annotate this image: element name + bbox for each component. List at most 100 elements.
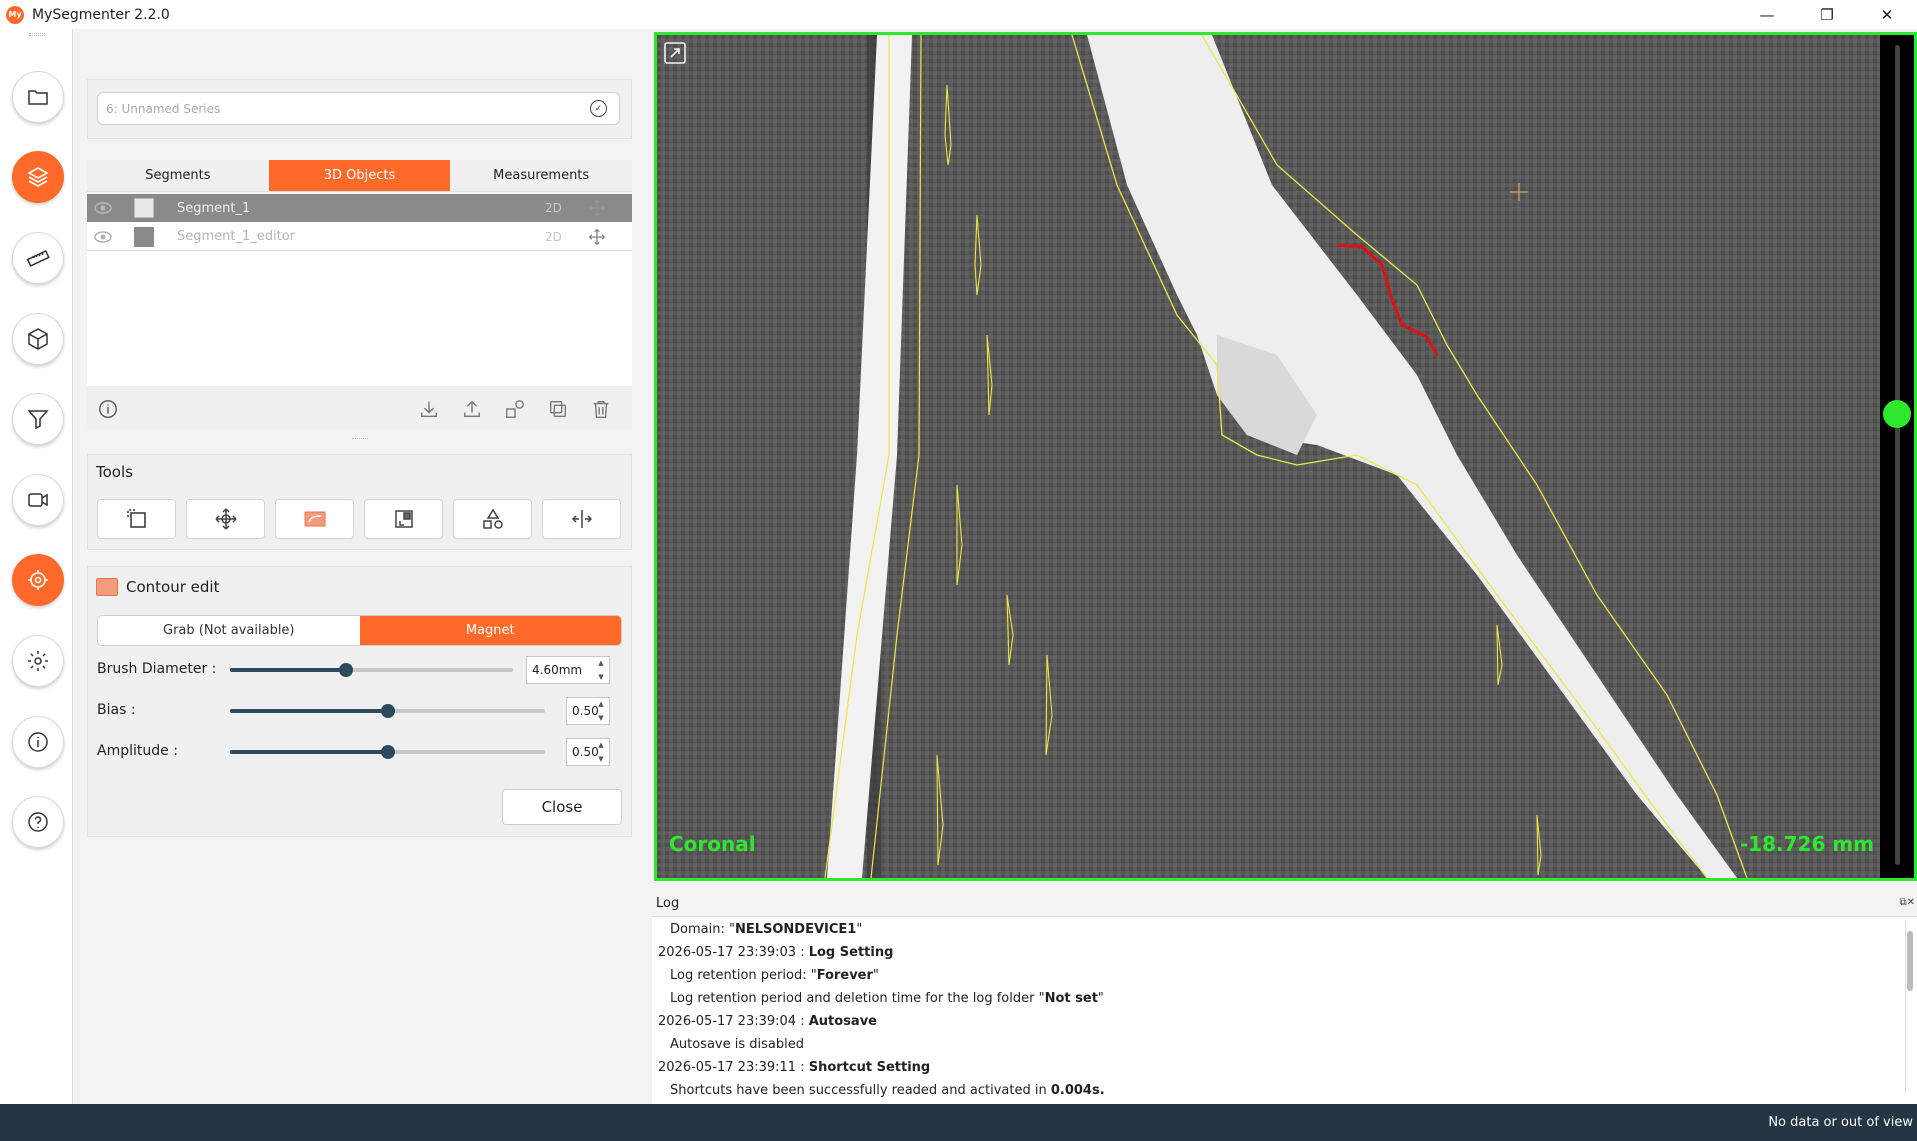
3d-object-button[interactable] [12,313,64,365]
filter-button[interactable] [12,393,64,445]
amplitude-row: Amplitude : 0.50 ▲ ▼ [97,737,622,767]
duplicate-icon[interactable] [545,396,571,422]
app-logo: My [6,5,24,24]
log-line: 2026-05-17 23:39:04 : Autosave [658,1014,877,1029]
segment-name: Segment_1_editor [177,229,296,244]
info-icon [28,732,48,752]
series-dropdown-value: 6: Unnamed Series [106,101,221,116]
measure-button[interactable] [12,232,64,284]
brush-diameter-input[interactable]: 4.60mm ▲ ▼ [526,656,610,684]
tab-3d-objects[interactable]: 3D Objects [268,160,451,191]
restore-button[interactable]: ❐ [1797,0,1857,29]
move-icon[interactable] [587,198,607,218]
contour-edit-icon [96,578,118,596]
splitter-handle[interactable] [352,438,368,441]
info-icon[interactable] [95,396,121,422]
minimize-button[interactable]: — [1737,0,1797,29]
paint-bucket-icon [394,510,413,528]
view-orientation-label: Coronal [669,832,756,856]
log-header: Log ⧉✕ [652,891,1917,917]
log-title: Log [656,896,680,911]
expand-icon[interactable] [663,41,687,65]
tools-title: Tools [96,463,133,481]
segment-color-swatch[interactable] [134,198,154,218]
layers-icon [27,167,49,187]
left-toolbar [0,29,73,1104]
camera-icon [28,493,48,507]
video-button[interactable] [12,474,64,526]
slice-scrollbar[interactable] [1880,35,1914,878]
log-line: 2026-05-17 23:39:11 : Shortcut Setting [658,1060,931,1075]
contour-target-button[interactable] [12,554,64,606]
slice-position-label: -18.726 mm [1739,832,1874,856]
segment-row[interactable]: Segment_1_editor 2D [87,223,632,251]
amplitude-label: Amplitude : [97,743,178,759]
log-line: 2026-05-17 23:39:03 : Log Setting [658,945,894,960]
slice-scroll-track [1895,45,1900,865]
segment-name: Segment_1 [177,200,251,216]
close-window-button[interactable]: ✕ [1857,0,1917,29]
eye-icon[interactable] [93,198,113,218]
contour-edit-tool-button[interactable] [275,499,354,539]
upload-icon[interactable] [459,396,485,422]
log-scrollbar[interactable] [1905,921,1913,1093]
bias-input[interactable]: 0.50 ▲ ▼ [566,697,610,725]
shapes-tool-button[interactable] [453,499,532,539]
grab-mode-button[interactable]: Grab (Not available) [98,616,360,645]
app-title: MySegmenter 2.2.0 [32,6,170,23]
eye-icon[interactable] [93,227,113,247]
status-text: No data or out of view [1768,1115,1913,1130]
series-dropdown[interactable]: 6: Unnamed Series ✓ [97,92,620,125]
help-button[interactable] [12,796,64,848]
split-tool-button[interactable] [542,499,621,539]
bias-label: Bias : [97,702,136,718]
segment-dimension: 2D [545,229,562,244]
split-horizontal-icon [571,510,592,528]
target-icon [28,570,48,590]
shapes-icon[interactable] [502,396,528,422]
coronal-viewport[interactable]: Coronal -18.726 mm [654,32,1917,881]
log-line: Log retention period and deletion time f… [670,991,1104,1006]
close-button[interactable]: Close [502,789,622,825]
open-folder-button[interactable] [12,71,64,123]
move-icon[interactable] [587,227,607,247]
slice-scroll-handle[interactable] [1883,400,1911,428]
amplitude-slider[interactable] [230,745,545,759]
brush-diameter-slider[interactable] [230,663,513,677]
move-icon [214,508,237,530]
contour-edit-panel: Contour edit Grab (Not available) Magnet… [87,566,632,837]
slider-handle[interactable] [380,745,395,759]
window-controls: — ❐ ✕ [1737,0,1917,29]
brush-tool-button[interactable] [364,499,443,539]
rail-grip [29,33,45,36]
bias-slider[interactable] [230,704,545,718]
chevron-down-icon: ✓ [590,100,607,117]
slider-handle[interactable] [380,704,395,718]
amplitude-input[interactable]: 0.50 ▲ ▼ [566,738,610,766]
segment-row[interactable]: Segment_1 2D [87,194,632,222]
object-tabs: Segments 3D Objects Measurements [87,160,632,192]
log-line: Autosave is disabled [670,1037,804,1052]
layers-button[interactable] [12,151,64,203]
brush-diameter-row: Brush Diameter : 4.60mm ▲ ▼ [97,655,622,685]
spin-arrows-icon[interactable]: ▲ ▼ [595,700,607,722]
magnet-mode-button[interactable]: Magnet [359,616,621,645]
segment-color-swatch[interactable] [134,226,154,247]
tab-segments[interactable]: Segments [87,160,269,191]
log-line: Shortcuts have been successfully readed … [670,1083,1105,1098]
info-button[interactable] [12,716,64,768]
ruler-icon [26,250,50,267]
trash-icon[interactable] [588,396,614,422]
log-scroll-thumb[interactable] [1907,931,1913,991]
spin-arrows-icon[interactable]: ▲ ▼ [595,741,607,763]
slider-handle[interactable] [339,663,354,677]
settings-button[interactable] [12,635,64,687]
select-tool-button[interactable] [97,499,176,539]
segment-list: Segment_1 2D Segment_1_editor 2D [87,194,632,386]
tab-measurements[interactable]: Measurements [450,160,632,191]
dock-close-icon[interactable]: ⧉✕ [1899,897,1915,908]
download-icon[interactable] [416,396,442,422]
crop-select-icon [126,509,146,528]
spin-arrows-icon[interactable]: ▲ ▼ [595,659,607,681]
move-tool-button[interactable] [186,499,265,539]
